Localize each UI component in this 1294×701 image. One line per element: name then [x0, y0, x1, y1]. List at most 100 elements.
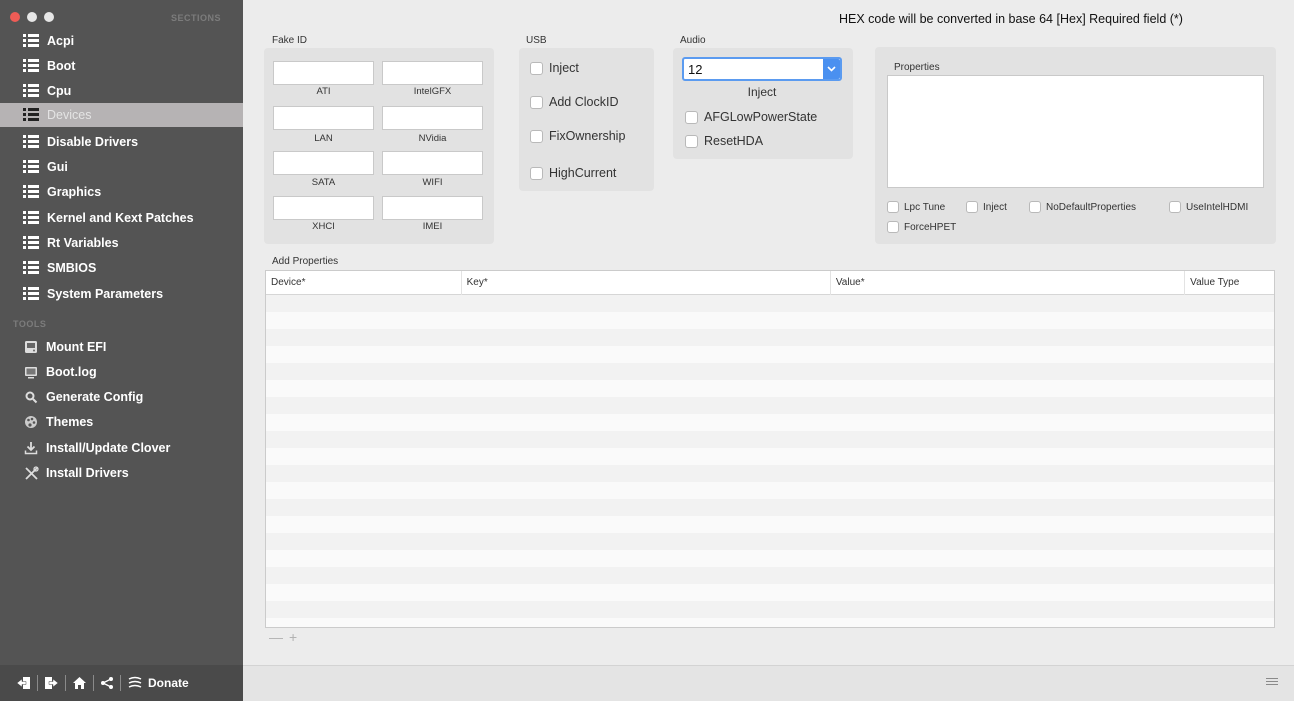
main-content: HEX code will be converted in base 64 [H… [243, 0, 1294, 701]
sidebar-item-label: Kernel and Kext Patches [47, 211, 194, 225]
tool-label: Install Drivers [46, 466, 129, 480]
properties-inject-checkbox[interactable]: Inject [966, 201, 1007, 213]
lpc-tune-checkbox[interactable]: Lpc Tune [887, 201, 945, 213]
sidebar-item-system-parameters[interactable]: System Parameters [0, 282, 243, 306]
useintelhdmi-checkbox[interactable]: UseIntelHDMI [1169, 201, 1248, 213]
lan-label: LAN [314, 133, 333, 144]
column-header-device[interactable]: Device* [266, 271, 462, 295]
export-button[interactable] [38, 673, 65, 693]
generate-icon [23, 389, 39, 405]
properties-textarea[interactable] [887, 75, 1264, 188]
sidebar-item-disable-drivers[interactable]: Disable Drivers [0, 130, 243, 154]
sidebar-item-label: Acpi [47, 34, 75, 48]
column-header-key[interactable]: Key* [462, 271, 831, 295]
table-body [266, 295, 1274, 627]
hex-note: HEX code will be converted in base 64 [H… [839, 12, 1183, 26]
nvidia-field[interactable] [382, 106, 483, 130]
sidebar-item-boot[interactable]: Boot [0, 54, 243, 78]
usb-label: USB [526, 35, 547, 46]
donate-label: Donate [148, 676, 189, 690]
close-window-button[interactable] [10, 12, 20, 22]
sidebar-item-label: Cpu [47, 84, 72, 98]
xhci-field[interactable] [273, 196, 374, 220]
audio-label: Audio [680, 35, 706, 46]
sidebar-item-label: SMBIOS [47, 261, 97, 275]
audio-inject-label: Inject [747, 85, 777, 99]
sidebar-item-kernel-and-kext-patches[interactable]: Kernel and Kext Patches [0, 206, 243, 230]
forcehpet-checkbox[interactable]: ForceHPET [887, 221, 956, 233]
audio-inject-combobox[interactable]: 12 [682, 57, 842, 81]
maximize-window-button[interactable] [44, 12, 54, 22]
intelgfx-label: IntelGFX [413, 86, 452, 97]
home-icon [73, 677, 86, 689]
sata-label: SATA [311, 177, 336, 188]
minimize-window-button[interactable] [27, 12, 37, 22]
sidebar-item-graphics[interactable]: Graphics [0, 180, 243, 204]
sidebar-item-label: System Parameters [47, 287, 164, 301]
usb-inject-checkbox[interactable]: Inject [530, 61, 579, 75]
column-header-value[interactable]: Value* [831, 271, 1186, 295]
tool-mount-efi[interactable]: Mount EFI [0, 335, 243, 359]
chevron-down-icon[interactable] [823, 59, 840, 79]
sidebar-item-rt-variables[interactable]: Rt Variables [0, 231, 243, 255]
ati-label: ATI [316, 86, 331, 97]
sidebar-item-smbios[interactable]: SMBIOS [0, 256, 243, 280]
tool-label: Install/Update Clover [46, 441, 171, 455]
list-icon [23, 160, 39, 174]
download-icon [23, 440, 39, 456]
nvidia-label: NVidia [418, 133, 447, 144]
paypal-icon [128, 676, 142, 688]
tool-install-drivers[interactable]: Install Drivers [0, 461, 243, 485]
sidebar-item-cpu[interactable]: Cpu [0, 79, 243, 103]
share-icon [101, 677, 113, 689]
remove-row-button[interactable]: — [269, 629, 283, 645]
ati-field[interactable] [273, 61, 374, 85]
tool-install-update-clover[interactable]: Install/Update Clover [0, 436, 243, 460]
drag-handle-icon[interactable] [1266, 678, 1278, 688]
sidebar-item-label: Devices [47, 108, 92, 122]
table-header: Device* Key* Value* Value Type [266, 271, 1274, 295]
tool-boot-log[interactable]: Boot.log [0, 360, 243, 384]
imei-label: IMEI [422, 221, 443, 232]
tool-generate-config[interactable]: Generate Config [0, 385, 243, 409]
column-header-value-type[interactable]: Value Type [1185, 271, 1274, 295]
usb-highcurrent-checkbox[interactable]: HighCurrent [530, 166, 616, 180]
tool-label: Boot.log [46, 365, 97, 379]
add-properties-table[interactable]: Device* Key* Value* Value Type [265, 270, 1275, 628]
lan-field[interactable] [273, 106, 374, 130]
export-icon [45, 677, 59, 689]
resethda-checkbox[interactable]: ResetHDA [685, 134, 763, 148]
home-button[interactable] [66, 673, 93, 693]
table-footer: — + [265, 628, 1275, 646]
imei-field[interactable] [382, 196, 483, 220]
sidebar-item-label: Boot [47, 59, 76, 73]
sidebar-bottom-bar: Donate [0, 665, 243, 701]
sidebar-item-acpi[interactable]: Acpi [0, 29, 243, 53]
donate-button[interactable]: Donate [121, 673, 195, 693]
window-controls [10, 12, 54, 22]
tool-label: Generate Config [46, 390, 144, 404]
list-icon [23, 108, 39, 122]
sidebar-item-devices[interactable]: Devices [0, 103, 243, 127]
nodefaultproperties-checkbox[interactable]: NoDefaultProperties [1029, 201, 1136, 213]
add-row-button[interactable]: + [289, 629, 297, 645]
tool-label: Themes [46, 415, 94, 429]
sidebar-item-label: Gui [47, 160, 68, 174]
sata-field[interactable] [273, 151, 374, 175]
sidebar-item-gui[interactable]: Gui [0, 155, 243, 179]
usb-add-clockid-checkbox[interactable]: Add ClockID [530, 95, 618, 109]
sidebar-item-label: Graphics [47, 185, 102, 199]
status-bar [243, 665, 1294, 701]
tool-label: Mount EFI [46, 340, 107, 354]
afglowpowerstate-checkbox[interactable]: AFGLowPowerState [685, 110, 817, 124]
tool-themes[interactable]: Themes [0, 410, 243, 434]
usb-fixownership-checkbox[interactable]: FixOwnership [530, 129, 625, 143]
disk-icon [23, 339, 39, 355]
import-button[interactable] [10, 673, 37, 693]
wifi-field[interactable] [382, 151, 483, 175]
audio-inject-value: 12 [688, 61, 703, 77]
list-icon [23, 59, 39, 73]
add-properties-label: Add Properties [272, 256, 339, 267]
intelgfx-field[interactable] [382, 61, 483, 85]
share-button[interactable] [94, 673, 120, 693]
